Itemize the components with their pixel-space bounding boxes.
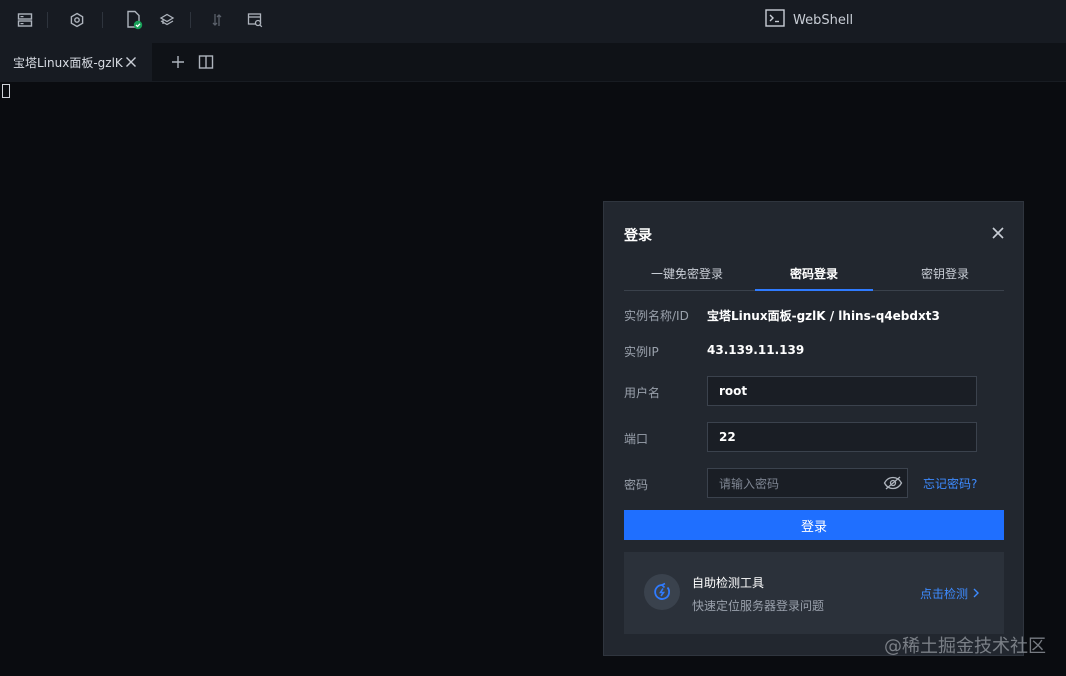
chevron-right-icon bbox=[972, 587, 980, 601]
run-check-link[interactable]: 点击检测 bbox=[920, 585, 980, 602]
username-field[interactable]: root bbox=[707, 376, 977, 406]
instance-value: 宝塔Linux面板-gzlK / lhins-q4ebdxt3 bbox=[707, 309, 940, 323]
file-check-icon[interactable] bbox=[124, 10, 144, 30]
server-list-icon[interactable] bbox=[15, 10, 35, 30]
toolbar-divider bbox=[102, 12, 103, 28]
close-icon[interactable] bbox=[124, 55, 138, 69]
username-label: 用户名 bbox=[624, 386, 661, 400]
app-title: WebShell bbox=[765, 9, 854, 31]
ip-label: 实例IP bbox=[624, 345, 659, 359]
watermark: @稀土掘金技术社区 bbox=[884, 636, 1046, 657]
close-icon[interactable] bbox=[990, 225, 1006, 241]
session-tabbar: 宝塔Linux面板-gzlK bbox=[0, 43, 1066, 82]
add-tab-icon[interactable] bbox=[170, 54, 186, 70]
ip-value: 43.139.11.139 bbox=[707, 343, 805, 357]
app-title-text: WebShell bbox=[793, 12, 854, 28]
diagnose-icon bbox=[644, 574, 680, 610]
login-dialog: 登录 一键免密登录 密码登录 密钥登录 实例名称/ID 宝塔Linux面板-gz… bbox=[603, 201, 1024, 656]
login-button[interactable]: 登录 bbox=[624, 510, 1004, 540]
monitor-icon[interactable] bbox=[245, 10, 265, 30]
session-tab[interactable]: 宝塔Linux面板-gzlK bbox=[0, 43, 152, 81]
session-tab-label: 宝塔Linux面板-gzlK bbox=[13, 55, 123, 70]
snippet-icon[interactable] bbox=[157, 10, 177, 30]
tab-key-login[interactable]: 密钥登录 bbox=[886, 265, 1004, 289]
terminal-icon bbox=[765, 9, 785, 31]
split-view-icon[interactable] bbox=[198, 54, 214, 70]
self-check-tool-card: 自助检测工具 快速定位服务器登录问题 点击检测 bbox=[624, 552, 1004, 634]
transfer-icon[interactable] bbox=[207, 10, 227, 30]
password-label: 密码 bbox=[624, 478, 649, 492]
top-toolbar: WebShell bbox=[0, 0, 1066, 43]
instance-label: 实例名称/ID bbox=[624, 309, 689, 323]
port-label: 端口 bbox=[624, 432, 649, 446]
tool-description: 快速定位服务器登录问题 bbox=[692, 599, 825, 613]
port-field[interactable]: 22 bbox=[707, 422, 977, 452]
login-method-tabs: 一键免密登录 密码登录 密钥登录 bbox=[624, 262, 1004, 291]
settings-icon[interactable] bbox=[67, 10, 87, 30]
forgot-password-link[interactable]: 忘记密码? bbox=[923, 475, 977, 492]
tool-title: 自助检测工具 bbox=[692, 576, 765, 590]
eye-off-icon[interactable] bbox=[883, 475, 903, 490]
toolbar-divider bbox=[190, 12, 191, 28]
run-check-label: 点击检测 bbox=[920, 587, 969, 601]
tab-password-login[interactable]: 密码登录 bbox=[755, 265, 873, 291]
toolbar-divider bbox=[47, 12, 48, 28]
dialog-title: 登录 bbox=[624, 228, 652, 244]
password-field[interactable]: 请输入密码 bbox=[707, 468, 908, 498]
tab-passwordless-login[interactable]: 一键免密登录 bbox=[628, 265, 746, 289]
terminal-cursor bbox=[2, 84, 10, 98]
